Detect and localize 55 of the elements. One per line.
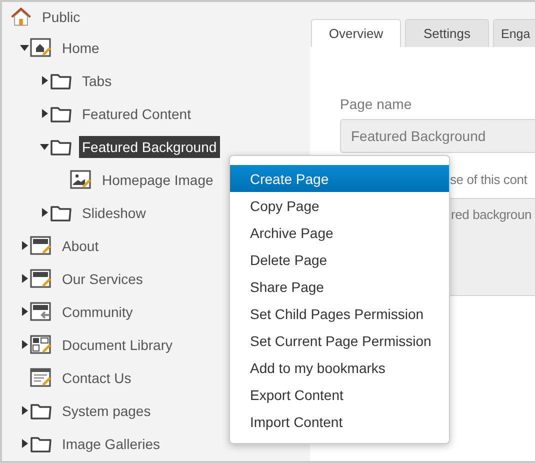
- field-label: Page name: [340, 96, 413, 113]
- folder-icon: [50, 104, 72, 122]
- caret-right-icon[interactable]: [22, 307, 28, 316]
- tree-item[interactable]: Home: [59, 36, 102, 58]
- home-page-icon: [30, 38, 52, 58]
- caret-right-icon[interactable]: [22, 406, 28, 415]
- menu-item[interactable]: Set Child Pages Permission: [230, 300, 449, 327]
- folder-icon: [50, 138, 72, 156]
- menu-item[interactable]: Share Page: [230, 273, 449, 300]
- menu-item[interactable]: Set Current Page Permission: [230, 327, 449, 354]
- caret-right-icon[interactable]: [42, 76, 48, 85]
- layout-page-icon: [30, 334, 52, 354]
- tree-item[interactable]: Public: [39, 6, 84, 28]
- tree-item[interactable]: About: [59, 234, 102, 256]
- caret-right-icon[interactable]: [22, 439, 28, 448]
- tree-item[interactable]: Community: [59, 300, 136, 322]
- form-page-icon: [30, 368, 52, 388]
- menu-item[interactable]: Create Page: [230, 165, 449, 192]
- page-name-field[interactable]: Featured Background: [340, 119, 535, 153]
- tree-item[interactable]: Contact Us: [59, 366, 134, 388]
- tab[interactable]: Enga: [493, 19, 535, 47]
- tree-item[interactable]: System pages: [59, 400, 154, 422]
- tree-item[interactable]: Image Galleries: [59, 432, 164, 454]
- caret-down-icon[interactable]: [20, 44, 29, 50]
- folder-icon: [50, 204, 72, 222]
- caret-right-icon[interactable]: [22, 274, 28, 283]
- menu-item[interactable]: Copy Page: [230, 192, 449, 219]
- page-icon: [30, 268, 52, 288]
- tree-item[interactable]: Document Library: [59, 334, 176, 356]
- caret-right-icon[interactable]: [22, 340, 28, 349]
- folder-icon: [30, 402, 52, 420]
- tab[interactable]: Overview: [311, 19, 401, 47]
- caret-right-icon[interactable]: [22, 241, 28, 250]
- house-icon: [10, 6, 32, 28]
- caret-down-icon[interactable]: [40, 144, 49, 150]
- tree-item[interactable]: Slideshow: [79, 202, 149, 224]
- tab[interactable]: Settings: [405, 19, 489, 47]
- page-icon: [30, 236, 52, 256]
- caret-right-icon[interactable]: [42, 109, 48, 118]
- image-page-icon: [70, 170, 92, 190]
- folder-icon: [30, 434, 52, 452]
- tree-item[interactable]: Tabs: [79, 70, 115, 92]
- caret-right-icon[interactable]: [42, 208, 48, 217]
- tree-item[interactable]: Our Services: [59, 268, 146, 290]
- menu-item[interactable]: Import Content: [230, 408, 449, 435]
- link-page-icon: [30, 302, 52, 322]
- tree-item[interactable]: Homepage Image: [99, 168, 216, 190]
- field-label: se of this cont: [450, 172, 528, 189]
- tree-item[interactable]: Featured Content: [79, 102, 194, 124]
- tree-item[interactable]: Featured Background: [79, 136, 220, 158]
- menu-item[interactable]: Delete Page: [230, 246, 449, 273]
- menu-item[interactable]: Add to my bookmarks: [230, 354, 449, 381]
- menu-item[interactable]: Export Content: [230, 381, 449, 408]
- menu-item[interactable]: Archive Page: [230, 219, 449, 246]
- folder-icon: [50, 72, 72, 90]
